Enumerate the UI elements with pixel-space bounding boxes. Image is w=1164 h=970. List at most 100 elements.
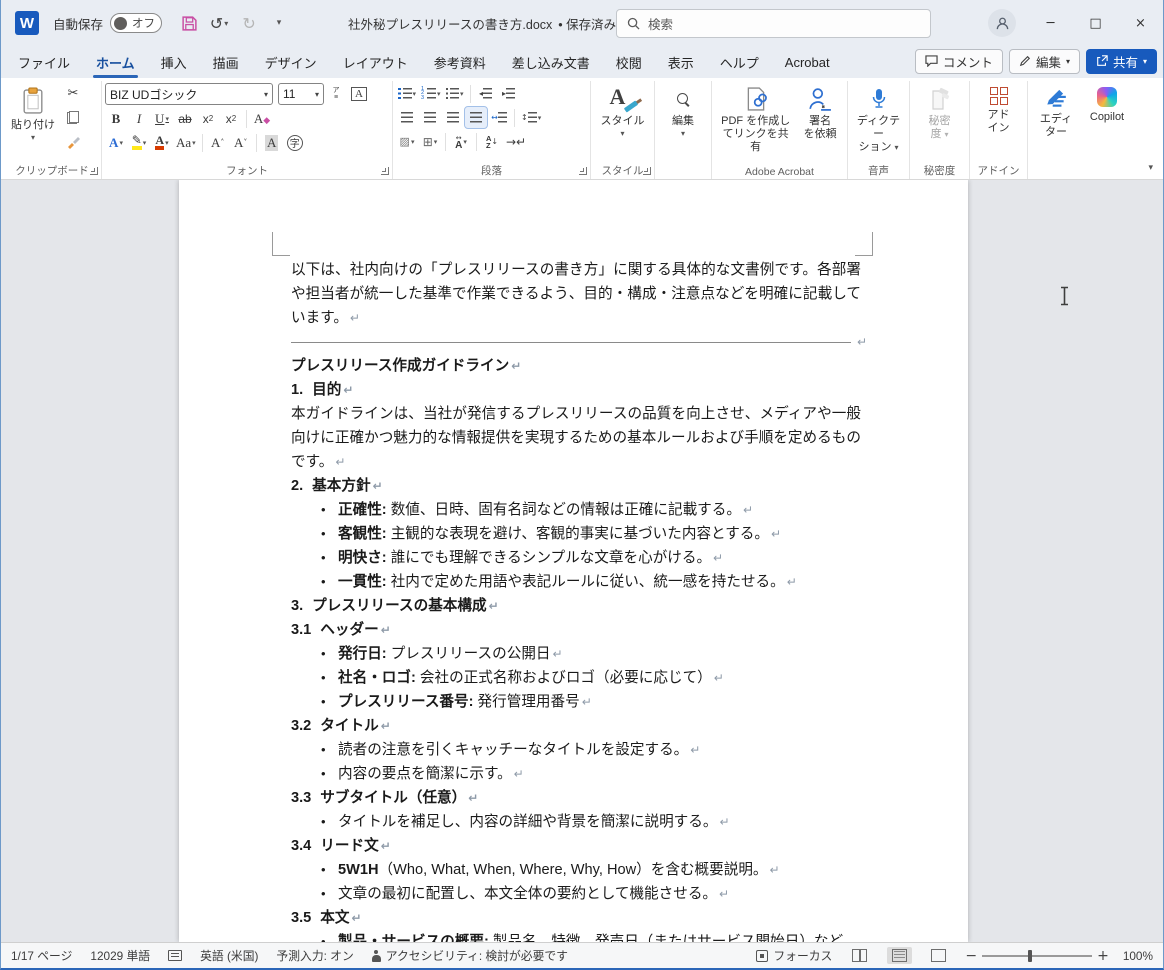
share-button[interactable]: 共有▾ xyxy=(1086,49,1157,74)
word-count[interactable]: 12029 単語 xyxy=(90,947,150,964)
doc-heading: 3.2タイトル↵ xyxy=(291,714,861,738)
zoom-slider-thumb[interactable] xyxy=(1028,950,1032,962)
shrink-font-button[interactable]: A˅ xyxy=(230,132,252,153)
subscript-button[interactable]: x2 xyxy=(197,108,219,129)
enclose-characters-button[interactable]: 字 xyxy=(284,132,306,153)
undo-button[interactable]: ↺▾ xyxy=(206,9,232,37)
numbering-button[interactable]: 123▾ xyxy=(419,83,443,104)
copilot-button[interactable]: Copilot xyxy=(1081,83,1133,128)
editing-mode-button[interactable]: 編集▾ xyxy=(1009,49,1080,74)
bold-button[interactable]: B xyxy=(105,108,127,129)
zoom-level[interactable]: 100% xyxy=(1123,949,1153,963)
show-marks-button[interactable]: →↵ xyxy=(504,131,528,152)
highlight-button[interactable]: ✎▾ xyxy=(128,132,150,153)
search-box[interactable]: 検索 xyxy=(616,9,931,38)
request-signature-button[interactable]: 署名 を依頼 xyxy=(796,83,844,145)
styles-dialog-launcher[interactable] xyxy=(643,167,651,175)
autosave-toggle[interactable]: オフ xyxy=(110,13,162,33)
font-size-select[interactable]: 11▾ xyxy=(278,83,324,105)
character-border-button[interactable]: A xyxy=(348,84,370,105)
ribbon-tab[interactable]: レイアウト xyxy=(330,46,421,78)
dictation-button[interactable]: ディクテー ション ▾ xyxy=(851,83,906,158)
align-left-button[interactable] xyxy=(396,107,418,128)
font-name-select[interactable]: BIZ UDゴシック▾ xyxy=(105,83,273,105)
paste-icon xyxy=(21,87,45,115)
sensitivity-button[interactable]: 秘密 度 ▾ xyxy=(924,83,956,145)
font-dialog-launcher[interactable] xyxy=(381,167,389,175)
proofing-status[interactable] xyxy=(168,950,182,961)
qat-overflow-button[interactable]: ▾ xyxy=(266,9,292,37)
accessibility-status[interactable]: アクセシビリティ: 検討が必要です xyxy=(372,947,568,964)
line-spacing-button[interactable]: ↕▾ xyxy=(519,107,543,128)
increase-indent-button[interactable]: ▸ xyxy=(498,83,520,104)
ribbon-tab[interactable]: 描画 xyxy=(200,46,252,78)
ribbon-tab[interactable]: 校閲 xyxy=(603,46,655,78)
ribbon-tab[interactable]: ホーム xyxy=(83,46,148,78)
phonetic-guide-button[interactable]: ア≡ xyxy=(325,84,347,105)
zoom-slider[interactable] xyxy=(982,955,1092,957)
ribbon-tab[interactable]: 参考資料 xyxy=(421,46,499,78)
web-layout-icon xyxy=(931,949,946,962)
minimize-button[interactable]: ─ xyxy=(1028,0,1073,46)
change-case-button[interactable]: Aa▾ xyxy=(174,132,198,153)
justify-button[interactable] xyxy=(465,107,487,128)
distribute-button[interactable]: ↔ xyxy=(488,107,510,128)
language-indicator[interactable]: 英語 (米国) xyxy=(200,947,258,964)
sort-button[interactable]: AZ↓ xyxy=(481,131,503,152)
cut-button[interactable]: ✂ xyxy=(62,83,84,104)
text-effects-button[interactable]: A▾ xyxy=(105,132,127,153)
align-center-button[interactable] xyxy=(419,107,441,128)
redo-button[interactable]: ↻ xyxy=(236,9,262,37)
ribbon-tab[interactable]: ファイル xyxy=(5,46,83,78)
ribbon-tab[interactable]: デザイン xyxy=(252,46,330,78)
shading-button[interactable]: ▨▾ xyxy=(396,131,418,152)
collapse-ribbon-button[interactable]: ▾ xyxy=(1148,163,1153,173)
grow-font-button[interactable]: A˄ xyxy=(207,132,229,153)
addins-button[interactable]: アド イン xyxy=(983,83,1015,139)
ribbon-tab[interactable]: 差し込み文書 xyxy=(499,46,603,78)
align-right-button[interactable] xyxy=(442,107,464,128)
close-button[interactable]: × xyxy=(1118,0,1163,46)
character-shading-button[interactable]: A xyxy=(261,132,283,153)
text-prediction[interactable]: 予測入力: オン xyxy=(276,947,353,964)
focus-mode-button[interactable]: フォーカス xyxy=(756,947,832,964)
ribbon-tab[interactable]: ヘルプ xyxy=(707,46,772,78)
ribbon-tab[interactable]: 表示 xyxy=(655,46,707,78)
paste-button[interactable]: 貼り付け ▾ xyxy=(6,83,60,146)
page-indicator[interactable]: 1/17 ページ xyxy=(11,947,72,964)
sort-icon: AZ↓ xyxy=(486,135,498,149)
format-painter-button[interactable] xyxy=(62,131,84,152)
superscript-button[interactable]: x2 xyxy=(220,108,242,129)
maximize-button[interactable]: □ xyxy=(1073,0,1118,46)
save-button[interactable] xyxy=(176,9,202,37)
create-pdf-button[interactable]: PDF を作成し てリンクを共有 xyxy=(715,83,796,158)
editor-button[interactable]: エディ ター xyxy=(1031,83,1081,143)
zoom-in-button[interactable]: + xyxy=(1097,948,1109,964)
clear-formatting-button[interactable]: A◆ xyxy=(251,108,273,129)
paragraph-dialog-launcher[interactable] xyxy=(579,167,587,175)
bullets-button[interactable]: ▾ xyxy=(396,83,418,104)
borders-button[interactable]: ⊞▾ xyxy=(419,131,441,152)
copy-button[interactable] xyxy=(62,107,84,128)
document-title[interactable]: 社外秘プレスリリースの書き方.docx • 保存済み ▾ xyxy=(348,14,626,33)
comments-button[interactable]: コメント xyxy=(915,49,1003,74)
styles-button[interactable]: A スタイル ▾ xyxy=(596,83,650,142)
web-layout-button[interactable] xyxy=(926,947,951,964)
document-page[interactable]: 以下は、社内向けの「プレスリリースの書き方」に関する具体的な文書例です。各部署や… xyxy=(179,180,968,942)
underline-button[interactable]: U▾ xyxy=(151,108,173,129)
font-color-button[interactable]: A▾ xyxy=(151,132,173,153)
print-layout-button[interactable] xyxy=(887,947,912,964)
zoom-out-button[interactable]: − xyxy=(965,948,977,964)
asian-layout-button[interactable]: ↔A▾ xyxy=(450,131,472,152)
decrease-indent-button[interactable]: ◂ xyxy=(475,83,497,104)
italic-button[interactable]: I xyxy=(128,108,150,129)
multilevel-list-button[interactable]: ▾ xyxy=(444,83,466,104)
document-content[interactable]: 以下は、社内向けの「プレスリリースの書き方」に関する具体的な文書例です。各部署や… xyxy=(291,258,861,942)
account-button[interactable] xyxy=(988,9,1016,37)
ribbon-tab[interactable]: 挿入 xyxy=(148,46,200,78)
strikethrough-button[interactable]: ab xyxy=(174,108,196,129)
ribbon-tab[interactable]: Acrobat xyxy=(772,46,843,78)
clipboard-dialog-launcher[interactable] xyxy=(90,167,98,175)
editing-button[interactable]: 編集 ▾ xyxy=(667,83,699,142)
read-mode-button[interactable] xyxy=(846,947,873,964)
